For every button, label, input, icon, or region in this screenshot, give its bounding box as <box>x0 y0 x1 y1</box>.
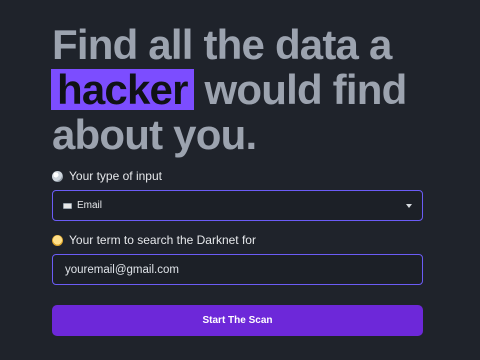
search-term-value: youremail@gmail.com <box>65 263 179 276</box>
input-type-selected: Email <box>63 200 102 211</box>
hero-line-3: about you. <box>52 111 257 158</box>
chevron-down-icon[interactable] <box>406 203 412 208</box>
search-term-label: Your term to search the Darknet for <box>52 233 423 247</box>
search-term-label-text: Your term to search the Darknet for <box>69 233 256 247</box>
hero-highlight-word: hacker <box>51 69 194 111</box>
envelope-icon <box>63 202 72 209</box>
globe-icon <box>52 170 63 182</box>
search-term-input[interactable]: youremail@gmail.com <box>52 254 423 285</box>
input-type-select[interactable]: Email <box>52 190 423 221</box>
input-type-selected-text: Email <box>77 200 103 211</box>
search-term-group: Your term to search the Darknet for your… <box>52 233 423 285</box>
hero-line-1: Find all the data a <box>52 21 392 68</box>
hero-line-2: hacker would find <box>51 66 423 113</box>
hero-headline: Find all the data a hacker would find ab… <box>51 0 423 158</box>
input-type-group: Your type of input Email <box>52 169 423 221</box>
input-type-label: Your type of input <box>52 169 423 183</box>
input-type-label-text: Your type of input <box>69 169 162 183</box>
hero-line-2-rest: would find <box>193 66 408 113</box>
face-icon <box>52 234 63 246</box>
scan-page: Find all the data a hacker would find ab… <box>0 0 480 360</box>
start-scan-button[interactable]: Start The Scan <box>52 305 423 336</box>
